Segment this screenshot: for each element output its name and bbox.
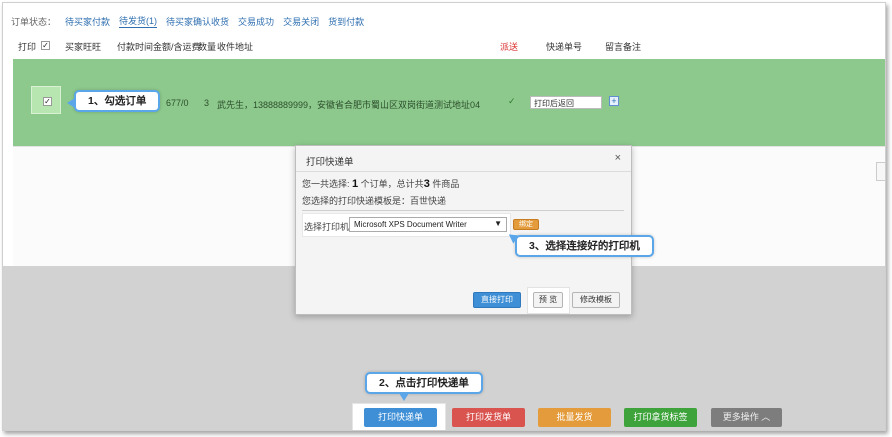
print-express-button[interactable]: 打印快递单 bbox=[364, 408, 437, 427]
item-count: 3 bbox=[423, 178, 430, 190]
callout-pointer bbox=[67, 98, 75, 108]
header-address: 收件地址 bbox=[217, 42, 254, 52]
printer-value: Microsoft XPS Document Writer bbox=[354, 220, 467, 229]
header-buyer: 买家旺旺 bbox=[65, 42, 102, 52]
callout-step3: 3、选择连接好的打印机 bbox=[505, 230, 654, 257]
order-count: 1 bbox=[352, 178, 359, 190]
callout-step2: 2、点击打印快递单 bbox=[365, 372, 483, 401]
header-amount: 金额/含运费 bbox=[153, 42, 201, 52]
print-ship-button[interactable]: 打印发货单 bbox=[452, 408, 525, 427]
order-table-header: 打印 ✓ 买家旺旺 付款时间 金额/含运费 数量 收件地址 派送 快递单号 留言… bbox=[3, 35, 885, 57]
header-tracking: 快递单号 bbox=[546, 42, 583, 52]
preview-button[interactable]: 预 览 bbox=[533, 292, 563, 308]
add-tracking-icon[interactable]: + bbox=[609, 96, 619, 106]
header-pay-time: 付款时间 bbox=[117, 42, 154, 52]
print-express-dialog: 打印快递单 × 您一共选择: 1 个订单，总计共3 件商品 您选择的打印快递模板… bbox=[295, 145, 632, 315]
direct-print-button[interactable]: 直接打印 bbox=[473, 292, 521, 308]
template-line: 您选择的打印快递模板是：百世快递 bbox=[302, 196, 447, 206]
dialog-title: 打印快递单 bbox=[306, 157, 354, 168]
callout-step1: 1、勾选订单 bbox=[67, 90, 161, 112]
tracking-number-input[interactable]: 打印后返回 bbox=[530, 96, 602, 109]
more-actions-button[interactable]: 更多操作 ︿ bbox=[711, 408, 782, 427]
checkbox-highlight: ✓ bbox=[31, 86, 61, 114]
header-ship: 派送 bbox=[500, 42, 519, 52]
tab-awaiting-receipt[interactable]: 待买家确认收货 bbox=[166, 15, 229, 28]
header-remark: 留言备注 bbox=[605, 42, 642, 52]
screenshot-frame: 订单状态： 待买家付款 待发货(1) 待买家确认收货 交易成功 交易关闭 货到付… bbox=[2, 2, 886, 431]
dialog-divider-2 bbox=[302, 210, 624, 211]
edit-template-button[interactable]: 修改模板 bbox=[572, 292, 620, 308]
order-address: 武先生，13888889999，安徽省合肥市蜀山区双岗街道测试地址04 bbox=[217, 100, 481, 110]
batch-ship-button[interactable]: 批量发货 bbox=[538, 408, 611, 427]
order-status-label: 订单状态： bbox=[11, 16, 57, 27]
order-checkbox[interactable]: ✓ bbox=[43, 97, 52, 106]
summary-suffix: 件商品 bbox=[432, 179, 460, 189]
ship-check-icon: ✓ bbox=[508, 96, 516, 106]
summary-mid: 个订单，总计共 bbox=[360, 179, 424, 189]
tab-completed[interactable]: 交易成功 bbox=[238, 15, 274, 28]
tab-cod[interactable]: 货到付款 bbox=[328, 15, 364, 28]
callout-step2-text: 2、点击打印快递单 bbox=[379, 377, 469, 389]
order-amount: 677/0 bbox=[166, 98, 189, 108]
summary-prefix: 您一共选择: bbox=[302, 179, 350, 189]
header-print: 打印 bbox=[18, 42, 37, 52]
printer-select[interactable]: Microsoft XPS Document Writer ▼ bbox=[349, 217, 507, 232]
callout-step3-text: 3、选择连接好的打印机 bbox=[529, 240, 640, 252]
callout-pointer bbox=[399, 393, 409, 401]
selection-summary: 您一共选择: 1 个订单，总计共3 件商品 bbox=[302, 177, 459, 190]
close-icon[interactable]: × bbox=[615, 152, 621, 164]
callout-step1-text: 1、勾选订单 bbox=[88, 95, 147, 107]
tab-closed[interactable]: 交易关闭 bbox=[283, 15, 319, 28]
tab-awaiting-shipment[interactable]: 待发货(1) bbox=[119, 14, 158, 28]
side-handle[interactable] bbox=[876, 162, 885, 181]
dialog-divider bbox=[296, 171, 631, 172]
tab-awaiting-payment[interactable]: 待买家付款 bbox=[65, 15, 110, 28]
order-qty: 3 bbox=[204, 98, 210, 108]
order-status-bar: 订单状态： 待买家付款 待发货(1) 待买家确认收货 交易成功 交易关闭 货到付… bbox=[11, 13, 364, 29]
bind-printer-button[interactable]: 绑定 bbox=[513, 219, 539, 230]
chevron-down-icon: ▼ bbox=[494, 219, 502, 228]
select-all-checkbox[interactable]: ✓ bbox=[41, 41, 50, 50]
header-qty: 数量 bbox=[198, 42, 217, 52]
print-label-button[interactable]: 打印拿货标签 bbox=[624, 408, 697, 427]
